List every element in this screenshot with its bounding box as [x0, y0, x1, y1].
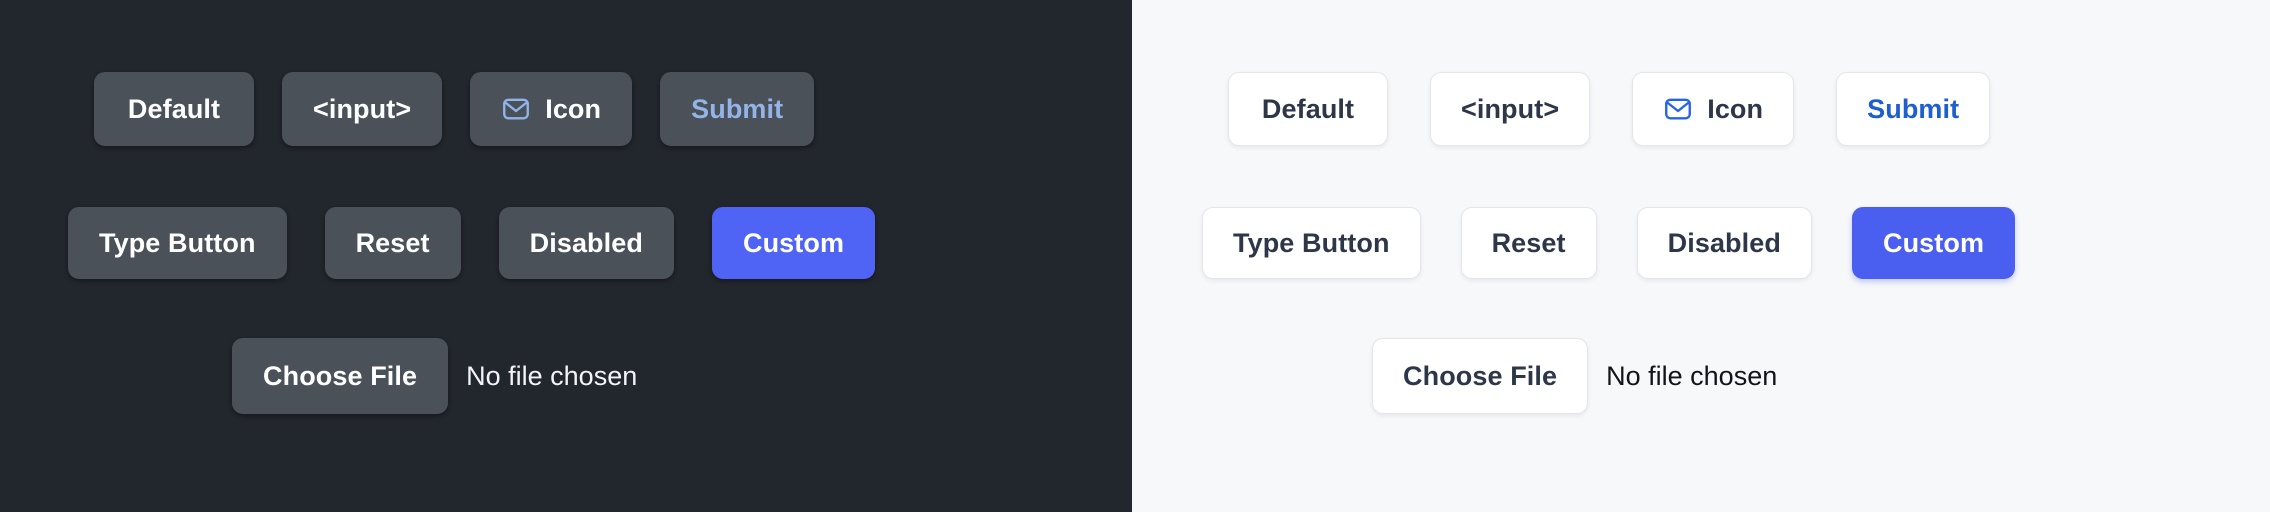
light-default-button[interactable]: Default — [1228, 72, 1388, 146]
dark-choose-file-button[interactable]: Choose File — [232, 338, 449, 414]
dark-theme-panel: Default <input> Icon Submit Type Button … — [0, 0, 1132, 512]
light-choose-file-button[interactable]: Choose File — [1372, 338, 1589, 414]
dark-file-input-row: Choose File No file chosen — [232, 338, 637, 414]
light-type-button[interactable]: Type Button — [1202, 207, 1421, 279]
dark-reset-button-label: Reset — [355, 227, 430, 258]
dark-disabled-button: Disabled — [498, 207, 674, 279]
light-button-row-2: Type Button Reset Disabled Custom — [1202, 207, 2016, 279]
light-type-button-label: Type Button — [1233, 227, 1390, 258]
light-file-input-row: Choose File No file chosen — [1372, 338, 1777, 414]
light-disabled-button-label: Disabled — [1667, 227, 1781, 258]
light-input-button-label: <input> — [1461, 93, 1560, 124]
dark-submit-button[interactable]: Submit — [660, 72, 815, 146]
light-submit-button-label: Submit — [1867, 93, 1960, 124]
dark-button-row-2: Type Button Reset Disabled Custom — [68, 207, 876, 279]
light-submit-button[interactable]: Submit — [1836, 72, 1991, 146]
dark-type-button[interactable]: Type Button — [68, 207, 287, 279]
light-input-button[interactable]: <input> — [1430, 72, 1591, 146]
light-button-row-1: Default <input> Icon Submit — [1228, 72, 1991, 146]
envelope-icon — [1663, 94, 1693, 124]
dark-disabled-button-label: Disabled — [529, 227, 643, 258]
dark-file-status-text: No file chosen — [466, 360, 638, 391]
light-choose-file-label: Choose File — [1403, 360, 1558, 391]
dark-default-button-label: Default — [127, 93, 221, 124]
light-disabled-button: Disabled — [1636, 207, 1812, 279]
dark-icon-button-label: Icon — [545, 93, 602, 124]
dark-input-button[interactable]: <input> — [282, 72, 443, 146]
light-theme-panel: Default <input> Icon Submit Type Button … — [1132, 0, 2270, 512]
light-icon-button-label: Icon — [1707, 93, 1764, 124]
dark-button-row-1: Default <input> Icon Submit — [94, 72, 815, 146]
dark-custom-button-label: Custom — [742, 227, 845, 258]
dark-default-button[interactable]: Default — [94, 72, 254, 146]
light-custom-button[interactable]: Custom — [1851, 207, 2016, 279]
light-icon-button[interactable]: Icon — [1632, 72, 1795, 146]
dark-submit-button-label: Submit — [691, 93, 784, 124]
dark-input-button-label: <input> — [313, 93, 412, 124]
dark-type-button-label: Type Button — [99, 227, 256, 258]
light-default-button-label: Default — [1261, 93, 1355, 124]
light-reset-button-label: Reset — [1491, 227, 1566, 258]
button-showcase-stage: Default <input> Icon Submit Type Button … — [0, 0, 2270, 512]
dark-icon-button[interactable]: Icon — [470, 72, 633, 146]
light-file-status-text: No file chosen — [1606, 360, 1778, 391]
dark-custom-button[interactable]: Custom — [711, 207, 876, 279]
light-reset-button[interactable]: Reset — [1460, 207, 1597, 279]
envelope-icon — [501, 94, 531, 124]
dark-choose-file-label: Choose File — [263, 360, 418, 391]
dark-reset-button[interactable]: Reset — [324, 207, 461, 279]
light-custom-button-label: Custom — [1882, 227, 1985, 258]
